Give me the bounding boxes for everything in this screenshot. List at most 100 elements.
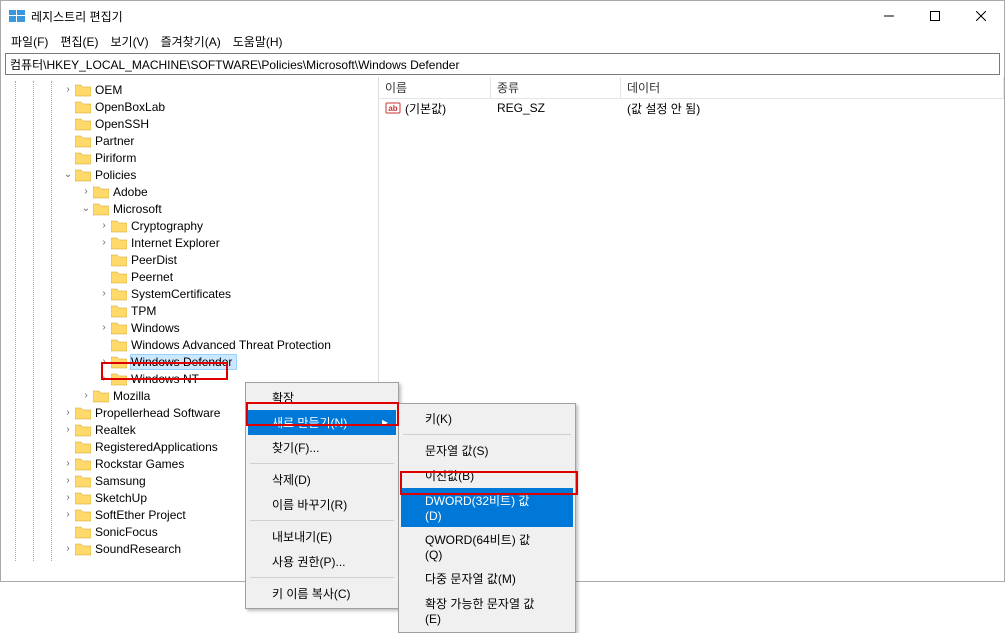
tree-label: Internet Explorer [131, 236, 224, 250]
tree-openboxlab[interactable]: OpenBoxLab [1, 98, 378, 115]
menu-view[interactable]: 보기(V) [104, 31, 154, 52]
sub-string[interactable]: 문자열 값(S) [401, 438, 573, 463]
ctx-find[interactable]: 찾기(F)... [248, 435, 396, 460]
ctx-permissions[interactable]: 사용 권한(P)... [248, 549, 396, 574]
chevron-right-icon[interactable]: › [61, 492, 75, 503]
menu-edit[interactable]: 편집(E) [54, 31, 104, 52]
tree-label: Cryptography [131, 219, 207, 233]
folder-icon [111, 236, 127, 250]
tree-label: SystemCertificates [131, 287, 235, 301]
sub-estring[interactable]: 확장 가능한 문자열 값(E) [401, 591, 573, 630]
menu-favorites[interactable]: 즐겨찾기(A) [155, 31, 227, 52]
chevron-right-icon[interactable]: › [61, 458, 75, 469]
tree-label: Windows NT [131, 372, 203, 386]
tree-defender[interactable]: › Windows Defender [1, 353, 378, 370]
folder-icon [75, 83, 91, 97]
sub-dword[interactable]: DWORD(32비트) 값(D) [401, 488, 573, 527]
folder-icon [111, 321, 127, 335]
chevron-right-icon[interactable]: › [97, 288, 111, 299]
value-type: REG_SZ [491, 101, 621, 115]
tree-peerdist[interactable]: PeerDist [1, 251, 378, 268]
sub-key[interactable]: 키(K) [401, 406, 573, 431]
menu-file[interactable]: 파일(F) [5, 31, 54, 52]
chevron-right-icon[interactable]: › [97, 356, 111, 367]
tree-label: SoundResearch [95, 542, 185, 556]
folder-icon [75, 406, 91, 420]
folder-icon [75, 474, 91, 488]
tree-piriform[interactable]: Piriform [1, 149, 378, 166]
svg-text:ab: ab [388, 104, 397, 113]
chevron-right-icon[interactable]: › [61, 509, 75, 520]
folder-icon [111, 287, 127, 301]
sub-qword[interactable]: QWORD(64비트) 값(Q) [401, 527, 573, 566]
submenu-new: 키(K) 문자열 값(S) 이진값(B) DWORD(32비트) 값(D) QW… [398, 403, 576, 633]
tree-partner[interactable]: Partner [1, 132, 378, 149]
col-type[interactable]: 종류 [491, 77, 621, 98]
ctx-copy-key-name[interactable]: 키 이름 복사(C) [248, 581, 396, 606]
tree-oem[interactable]: › OEM [1, 81, 378, 98]
string-value-icon: ab [385, 100, 401, 116]
tree-label: Mozilla [113, 389, 154, 403]
tree-systemcerts[interactable]: › SystemCertificates [1, 285, 378, 302]
col-data[interactable]: 데이터 [621, 77, 1004, 98]
chevron-right-icon[interactable]: › [97, 322, 111, 333]
chevron-right-icon[interactable]: › [97, 237, 111, 248]
tree-microsoft[interactable]: ⌄ Microsoft [1, 200, 378, 217]
ctx-sep [250, 463, 394, 464]
list-row[interactable]: ab (기본값) REG_SZ (값 설정 안 됨) [379, 99, 1004, 117]
close-button[interactable] [958, 1, 1004, 31]
chevron-right-icon[interactable]: › [79, 390, 93, 401]
chevron-right-icon[interactable]: › [61, 84, 75, 95]
tree-tpm[interactable]: TPM [1, 302, 378, 319]
sub-mstring[interactable]: 다중 문자열 값(M) [401, 566, 573, 591]
tree-peernet[interactable]: Peernet [1, 268, 378, 285]
tree-windows[interactable]: › Windows [1, 319, 378, 336]
folder-icon [93, 202, 109, 216]
folder-icon [75, 151, 91, 165]
tree-label: Peernet [131, 270, 177, 284]
tree-label: Microsoft [113, 202, 166, 216]
tree-ie[interactable]: › Internet Explorer [1, 234, 378, 251]
tree-label: Rockstar Games [95, 457, 188, 471]
menu-bar: 파일(F) 편집(E) 보기(V) 즐겨찾기(A) 도움말(H) [1, 31, 1004, 51]
ctx-rename[interactable]: 이름 바꾸기(R) [248, 492, 396, 517]
tree-label: SoftEther Project [95, 508, 190, 522]
sub-binary[interactable]: 이진값(B) [401, 463, 573, 488]
folder-icon [111, 338, 127, 352]
folder-icon [75, 134, 91, 148]
tree-label: Windows Advanced Threat Protection [131, 338, 335, 352]
tree-label: Windows [131, 321, 184, 335]
chevron-right-icon[interactable]: › [79, 186, 93, 197]
folder-icon [111, 270, 127, 284]
tree-adobe[interactable]: ›Adobe [1, 183, 378, 200]
tree-policies[interactable]: ⌄Policies [1, 166, 378, 183]
menu-help[interactable]: 도움말(H) [227, 31, 289, 52]
ctx-delete[interactable]: 삭제(D) [248, 467, 396, 492]
chevron-down-icon[interactable]: ⌄ [61, 169, 75, 180]
chevron-down-icon[interactable]: ⌄ [79, 203, 93, 214]
ctx-new[interactable]: 새로 만들기(N) ▸ [248, 410, 396, 435]
chevron-right-icon[interactable]: › [61, 475, 75, 486]
tree-guideline [33, 81, 34, 561]
col-name[interactable]: 이름 [379, 77, 491, 98]
folder-icon [111, 372, 127, 386]
chevron-right-icon[interactable]: › [97, 220, 111, 231]
address-bar[interactable]: 컴퓨터\HKEY_LOCAL_MACHINE\SOFTWARE\Policies… [5, 53, 1000, 75]
tree-label: Windows Defender [131, 355, 236, 369]
tree-label: OpenSSH [95, 117, 153, 131]
chevron-right-icon[interactable]: › [97, 373, 111, 384]
ctx-export[interactable]: 내보내기(E) [248, 524, 396, 549]
ctx-expand[interactable]: 확장 [248, 385, 396, 410]
tree-cryptography[interactable]: › Cryptography [1, 217, 378, 234]
chevron-right-icon[interactable]: › [61, 407, 75, 418]
folder-icon [75, 542, 91, 556]
folder-icon [75, 100, 91, 114]
tree-watp[interactable]: Windows Advanced Threat Protection [1, 336, 378, 353]
maximize-button[interactable] [912, 1, 958, 31]
minimize-button[interactable] [866, 1, 912, 31]
chevron-right-icon[interactable]: › [61, 424, 75, 435]
tree-label: OEM [95, 83, 126, 97]
tree-openssh[interactable]: OpenSSH [1, 115, 378, 132]
window-controls [866, 1, 1004, 31]
chevron-right-icon[interactable]: › [61, 543, 75, 554]
